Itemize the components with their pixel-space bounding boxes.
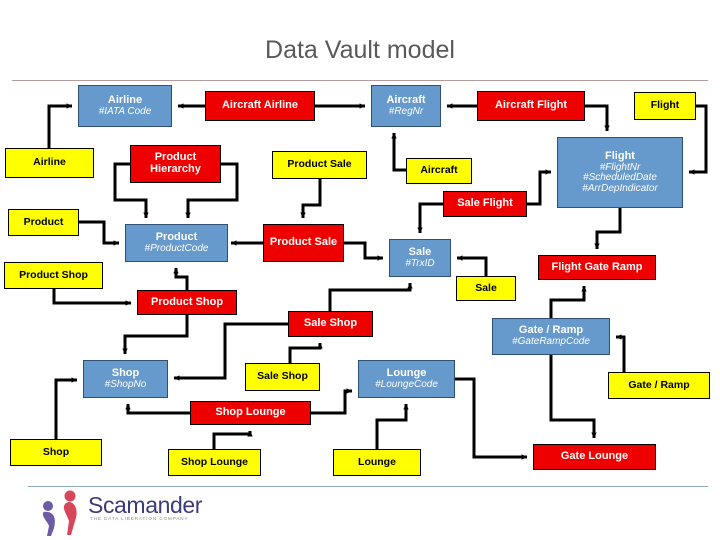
link-flight-gate-ramp-label: Flight Gate Ramp (551, 260, 643, 273)
link-product-sale-label: Product Sale (269, 236, 338, 249)
sat-product-sale-label: Product Sale (287, 158, 352, 171)
hub-aircraft[interactable]: Aircraft #RegNr (371, 85, 441, 127)
link-aircraft-flight-label: Aircraft Flight (494, 99, 568, 112)
hub-lounge[interactable]: Lounge #LoungeCode (358, 360, 455, 398)
sat-airline-label: Airline (33, 156, 66, 169)
link-product-hierarchy-label: Product Hierarchy (150, 151, 201, 175)
link-aircraft-airline[interactable]: Aircraft Airline (205, 91, 315, 121)
sat-sale-label: Sale (475, 281, 497, 294)
sat-airline[interactable]: Airline (5, 148, 94, 178)
sat-product-shop-label: Product Shop (19, 268, 88, 281)
hub-shop[interactable]: Shop #ShopNo (83, 360, 168, 398)
link-sale-flight-label: Sale Flight (457, 197, 513, 210)
hub-flight-key-1: #ScheduledDate (583, 172, 657, 184)
sat-shop-lounge-label: Shop Lounge (180, 455, 249, 468)
sat-gate-ramp[interactable]: Gate / Ramp (608, 372, 710, 399)
hub-shop-key-0: #ShopNo (104, 378, 147, 390)
hub-gate-ramp[interactable]: Gate / Ramp #GateRampCode (492, 318, 610, 355)
sat-product-sale[interactable]: Product Sale (272, 151, 367, 179)
logo-wordmark: Scamander (88, 492, 203, 518)
hub-airline-label: Airline (107, 93, 143, 106)
hub-gate-ramp-key-0: #GateRampCode (512, 336, 590, 348)
sat-shop-lounge[interactable]: Shop Lounge (168, 449, 261, 476)
sat-flight-label: Flight (650, 99, 680, 112)
link-gate-lounge-label: Gate Lounge (560, 450, 629, 463)
sat-gate-ramp-label: Gate / Ramp (628, 378, 690, 391)
sat-shop[interactable]: Shop (10, 439, 102, 466)
hub-product-label: Product (155, 230, 198, 243)
sat-product-label: Product (23, 215, 64, 228)
sat-lounge[interactable]: Lounge (333, 449, 421, 476)
link-aircraft-flight[interactable]: Aircraft Flight (477, 91, 585, 121)
link-flight-gate-ramp[interactable]: Flight Gate Ramp (538, 255, 656, 280)
link-shop-lounge-label: Shop Lounge (215, 406, 286, 419)
sat-sale-shop-label: Sale Shop (257, 370, 308, 383)
link-sale-flight[interactable]: Sale Flight (443, 191, 527, 217)
hub-lounge-label: Lounge (386, 366, 427, 379)
footer-divider (28, 486, 708, 487)
hub-product[interactable]: Product #ProductCode (125, 224, 228, 262)
hub-flight[interactable]: Flight #FlightNr #ScheduledDate #ArrDepIndi… (557, 137, 683, 208)
link-shop-lounge[interactable]: Shop Lounge (190, 401, 311, 425)
sat-lounge-label: Lounge (358, 455, 396, 468)
hub-sale[interactable]: Sale #TrxID (389, 239, 451, 277)
scamander-logo: Scamander THE DATA LIBERATION COMPANY (30, 490, 230, 536)
link-product-shop-label: Product Shop (150, 295, 224, 308)
link-aircraft-airline-label: Aircraft Airline (221, 99, 298, 112)
hub-product-key-0: #ProductCode (144, 242, 209, 254)
hub-airline[interactable]: Airline #IATA Code (78, 85, 172, 127)
link-sale-shop[interactable]: Sale Shop (288, 311, 373, 337)
sat-product-shop[interactable]: Product Shop (4, 262, 103, 289)
sat-sale-shop[interactable]: Sale Shop (245, 363, 320, 391)
hub-flight-label: Flight (605, 149, 635, 162)
hub-aircraft-label: Aircraft (386, 93, 426, 106)
hub-aircraft-key-0: #RegNr (388, 105, 424, 117)
sat-aircraft[interactable]: Aircraft (406, 158, 472, 184)
sat-shop-label: Shop (42, 445, 70, 458)
hub-lounge-key-0: #LoungeCode (375, 378, 438, 390)
sat-product[interactable]: Product (8, 209, 79, 236)
hub-airline-key-0: #IATA Code (98, 105, 152, 117)
logo-tagline: THE DATA LIBERATION COMPANY (90, 516, 189, 521)
hub-flight-key-2: #ArrDepIndicator (582, 182, 658, 194)
link-sale-shop-label: Sale Shop (303, 317, 358, 330)
hub-shop-label: Shop (111, 366, 140, 379)
sat-sale[interactable]: Sale (456, 276, 516, 301)
link-product-sale[interactable]: Product Sale (263, 224, 344, 262)
slide-root: Data Vault model Airline #IATA Code Airc… (0, 0, 720, 540)
hub-sale-key-0: #TrxID (405, 257, 435, 269)
link-gate-lounge[interactable]: Gate Lounge (533, 444, 656, 470)
sat-aircraft-label: Aircraft (420, 164, 458, 177)
sat-flight[interactable]: Flight (634, 92, 696, 120)
data-vault-diagram: Airline #IATA Code Aircraft Airline Aircraf… (0, 0, 720, 540)
link-product-hierarchy[interactable]: Product Hierarchy (130, 145, 221, 183)
logo-figures-icon (42, 490, 77, 536)
link-product-shop[interactable]: Product Shop (137, 290, 237, 315)
hub-sale-label: Sale (408, 245, 432, 258)
